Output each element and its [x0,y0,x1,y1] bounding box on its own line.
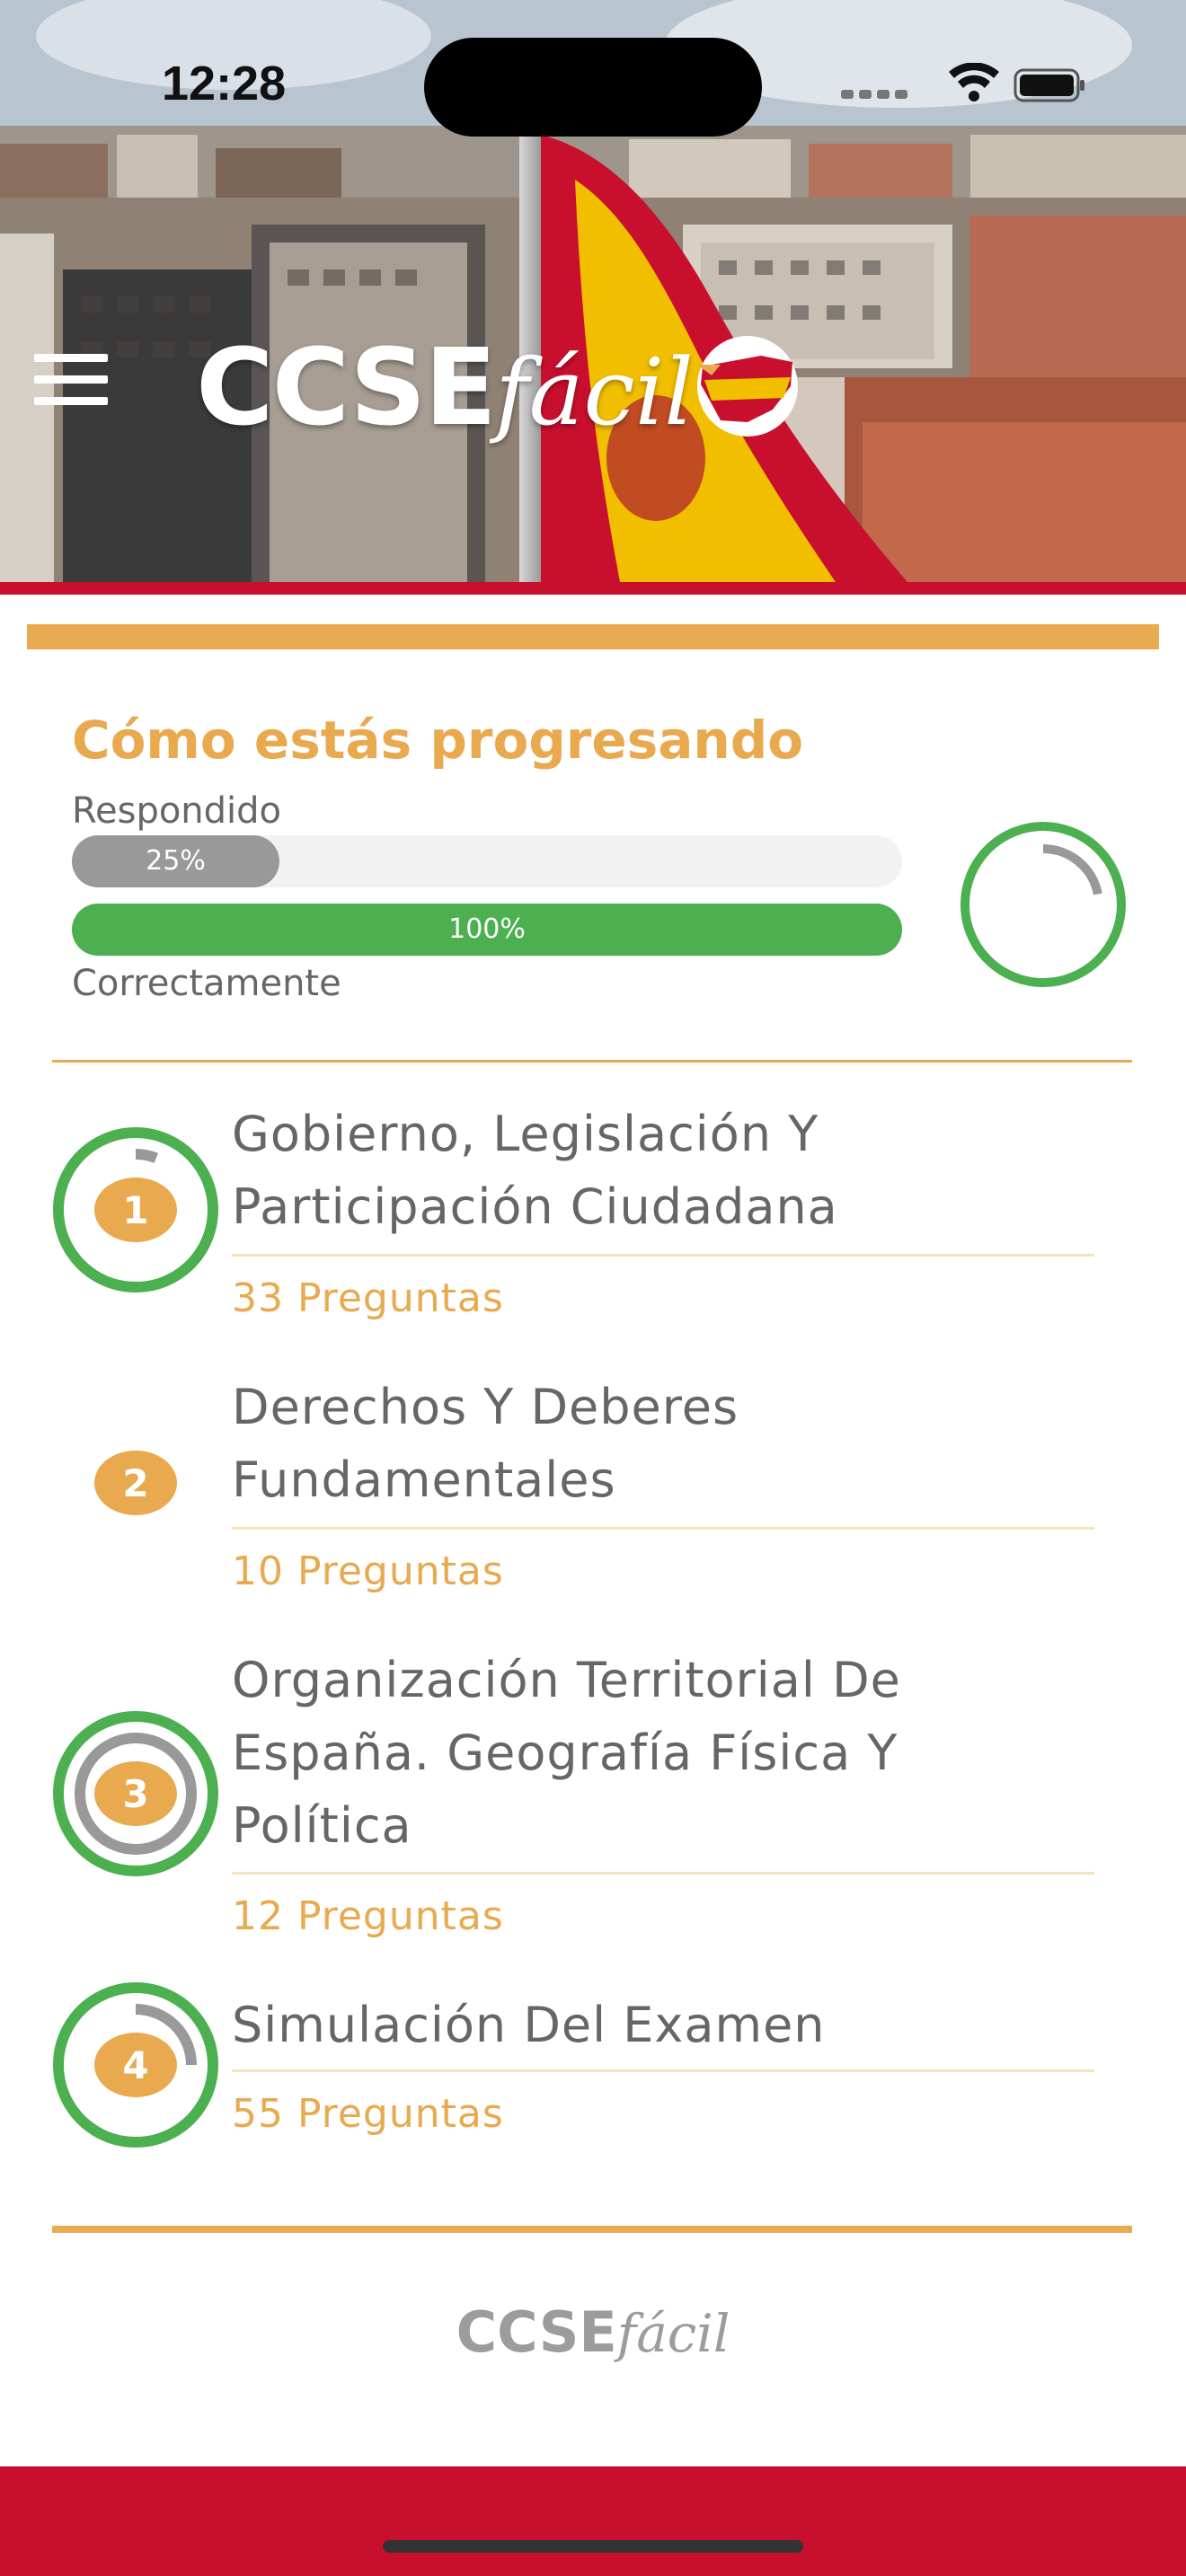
footer-logo-ccse: CCSE [456,2299,617,2365]
section-1-rule [232,1254,1094,1257]
bottom-red-band [0,2466,1186,2576]
logo-ccse-text: CCSE [196,325,497,449]
section-4-title: Simulación Del Examen [232,1997,826,2053]
status-icons [841,63,1084,102]
section-1-title: Gobierno, Legislación Y Participación Ci… [232,1106,838,1235]
signal-icon [841,90,907,99]
answered-progress-bar: 25% [72,835,902,887]
section-1-question-count: 33 Preguntas [232,1275,504,1321]
correct-label: Correctamente [72,963,341,1004]
correct-percent-text: 100% [448,913,526,945]
correct-progress-fill: 100% [72,904,902,956]
wifi-icon [949,63,999,101]
footer-logo: CCSEfácil [0,2299,1186,2365]
progress-divider [52,1060,1132,1063]
section-2-rule [232,1527,1094,1530]
section-number: 4 [122,2043,148,2087]
progress-top-bar [27,624,1159,649]
section-number: 1 [122,1188,148,1232]
section-3-question-count: 12 Preguntas [232,1893,504,1939]
header-red-stripe [0,582,1186,595]
home-indicator[interactable] [383,2540,803,2553]
progress-title: Cómo estás progresando [72,710,804,771]
section-1-progress-ring: 1 [53,1127,218,1292]
footer-logo-facil: fácil [616,2303,730,2364]
section-3-title: Organización Territorial De España. Geog… [232,1652,901,1854]
correct-progress-bar: 100% [72,904,902,956]
app-logo: CCSEfácil [196,325,694,449]
menu-hamburger-icon[interactable] [34,350,108,410]
section-2-title: Derechos Y Deberes Fundamentales [232,1379,739,1508]
section-3-rule [232,1872,1094,1875]
status-time: 12:28 [162,57,287,110]
bottom-divider [52,2226,1132,2233]
dynamic-island [424,38,762,137]
section-4-rule [232,2069,1094,2072]
section-4-progress-ring: 4 [53,1982,218,2148]
header-banner: 12:28 CCSEfácil [0,0,1186,582]
section-2-question-count: 10 Preguntas [232,1548,504,1594]
battery-icon [1013,68,1084,102]
section-4-question-count: 55 Preguntas [232,2091,504,2137]
section-number: 2 [122,1461,148,1505]
section-3-progress-ring: 3 [53,1711,218,1876]
answered-percent-text: 25% [146,845,206,877]
logo-facil-text: fácil [494,340,694,446]
answered-label: Respondido [72,790,282,832]
section-gray-arc [135,1149,159,1164]
overall-progress-ring [960,822,1126,987]
section-2-progress-ring: 2 [94,1451,177,1515]
spain-map-logo-icon [697,336,798,437]
answered-progress-fill: 25% [72,835,279,887]
section-number: 3 [122,1772,148,1816]
